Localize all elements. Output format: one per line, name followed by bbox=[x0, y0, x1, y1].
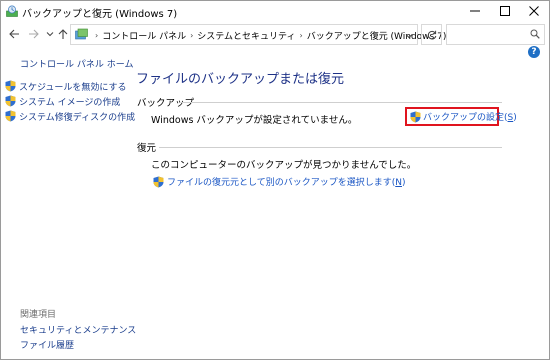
security-maintenance-link[interactable]: セキュリティとメンテナンス bbox=[20, 323, 136, 336]
backup-app-icon bbox=[6, 5, 18, 17]
restore-section-divider bbox=[159, 147, 502, 148]
title-bar: バックアップと復元 (Windows 7) bbox=[1, 1, 549, 21]
chevron-down-icon bbox=[405, 34, 413, 39]
window-title: バックアップと復元 (Windows 7) bbox=[22, 9, 178, 20]
control-panel-icon bbox=[75, 28, 88, 41]
search-input[interactable] bbox=[446, 24, 545, 45]
setup-backup-label: バックアップの設定(S) bbox=[423, 113, 517, 123]
breadcrumb-separator-icon: › bbox=[95, 31, 99, 40]
refresh-icon bbox=[427, 30, 436, 40]
forward-arrow-icon bbox=[28, 29, 39, 39]
uac-shield-icon bbox=[410, 111, 421, 123]
breadcrumb-control-panel[interactable]: コントロール パネル bbox=[102, 29, 186, 42]
file-history-link[interactable]: ファイル履歴 bbox=[20, 338, 74, 351]
breadcrumb-system-security[interactable]: システムとセキュリティ bbox=[197, 29, 295, 42]
recent-locations-button[interactable] bbox=[43, 27, 57, 41]
restore-status-text: このコンピューターのバックアップが見つかりませんでした。 bbox=[151, 160, 417, 171]
up-arrow-icon bbox=[58, 28, 68, 39]
minimize-button[interactable] bbox=[460, 1, 490, 21]
task-label: システム修復ディスクの作成 bbox=[19, 112, 136, 123]
help-icon[interactable]: ? bbox=[528, 46, 540, 58]
breadcrumb-separator-icon: › bbox=[299, 31, 303, 40]
up-button[interactable] bbox=[56, 27, 70, 41]
uac-shield-icon bbox=[5, 80, 16, 92]
chevron-down-icon bbox=[46, 32, 54, 37]
uac-shield-icon bbox=[5, 110, 16, 122]
restore-section-heading: 復元 bbox=[137, 143, 157, 154]
forward-button[interactable] bbox=[26, 27, 40, 41]
select-other-backup-link[interactable]: ファイルの復元元として別のバックアップを選択します(N) bbox=[153, 175, 406, 188]
close-button[interactable] bbox=[519, 1, 549, 21]
control-panel-home-link[interactable]: コントロール パネル ホーム bbox=[20, 57, 133, 70]
task-label: システム イメージの作成 bbox=[19, 97, 121, 108]
breadcrumb-separator-icon: › bbox=[190, 31, 194, 40]
window: バックアップと復元 (Windows 7) › コントロール パネル › システ… bbox=[0, 0, 550, 360]
breadcrumb: › コントロール パネル › システムとセキュリティ › バックアップと復元 (… bbox=[95, 29, 446, 42]
related-heading: 関連項目 bbox=[20, 310, 57, 320]
page-title: ファイルのバックアップまたは復元 bbox=[136, 72, 345, 87]
address-bar[interactable]: › コントロール パネル › システムとセキュリティ › バックアップと復元 (… bbox=[70, 24, 446, 45]
setup-backup-link[interactable]: バックアップの設定(S) bbox=[405, 107, 517, 126]
select-other-backup-label: ファイルの復元元として別のバックアップを選択します(N) bbox=[167, 178, 406, 188]
navigation-bar: › コントロール パネル › システムとセキュリティ › バックアップと復元 (… bbox=[1, 22, 549, 48]
address-dropdown-button[interactable] bbox=[405, 31, 413, 42]
task-label: スケジュールを無効にする bbox=[19, 82, 127, 93]
task-create-repair-disc[interactable]: システム修復ディスクの作成 bbox=[5, 110, 136, 123]
backup-status-text: Windows バックアップが設定されていません。 bbox=[151, 115, 358, 126]
uac-shield-icon bbox=[5, 95, 16, 107]
search-icon bbox=[530, 29, 540, 42]
maximize-button[interactable] bbox=[490, 1, 520, 21]
task-disable-schedule[interactable]: スケジュールを無効にする bbox=[5, 80, 127, 93]
refresh-button[interactable] bbox=[421, 24, 442, 45]
back-arrow-icon bbox=[8, 29, 19, 39]
back-button[interactable] bbox=[7, 27, 21, 41]
uac-shield-icon bbox=[153, 176, 164, 188]
backup-section-divider bbox=[181, 102, 502, 103]
task-create-system-image[interactable]: システム イメージの作成 bbox=[5, 95, 121, 108]
